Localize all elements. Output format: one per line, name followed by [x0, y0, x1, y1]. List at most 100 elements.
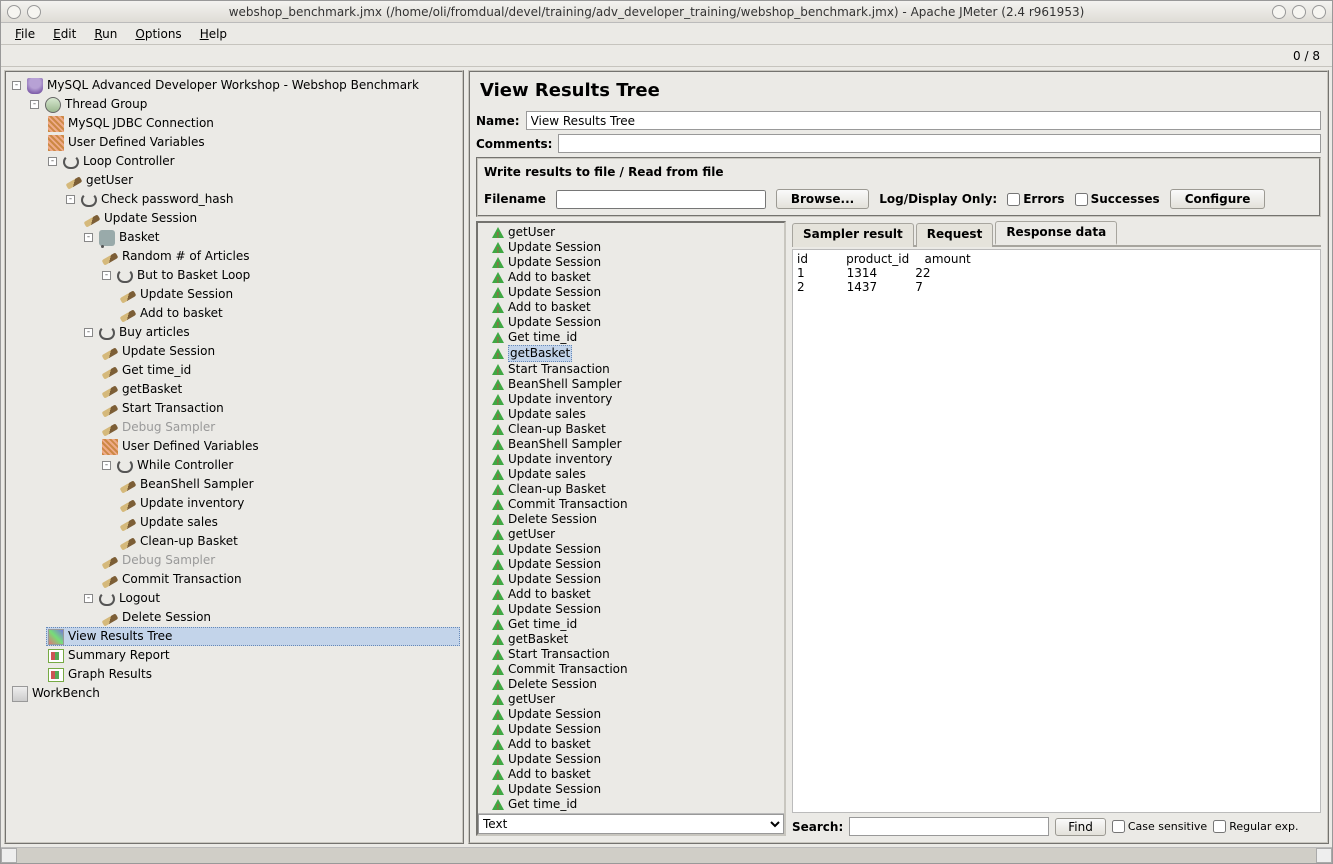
result-item[interactable]: Add to basket — [482, 587, 780, 602]
result-item[interactable]: Update Session — [482, 707, 780, 722]
menu-edit[interactable]: Edit — [45, 25, 84, 43]
tree-item[interactable]: Start Transaction — [100, 399, 460, 418]
result-item[interactable]: Update Session — [482, 240, 780, 255]
result-item[interactable]: Update Session — [482, 255, 780, 270]
tree-item[interactable]: Update sales — [118, 513, 460, 532]
scroll-track[interactable] — [17, 848, 1316, 863]
tree-item[interactable]: Debug Sampler — [100, 418, 460, 437]
result-item[interactable]: Commit Transaction — [482, 662, 780, 677]
result-item[interactable]: Update inventory — [482, 392, 780, 407]
menu-help[interactable]: Help — [192, 25, 235, 43]
result-item[interactable]: Update inventory — [482, 452, 780, 467]
minimize-icon[interactable] — [1272, 5, 1286, 19]
tree-item[interactable]: Graph Results — [46, 665, 460, 684]
tree-toggle-icon[interactable]: - — [102, 271, 111, 280]
tab-request[interactable]: Request — [916, 223, 994, 247]
tree-toggle-icon[interactable]: - — [102, 461, 111, 470]
window-sticky-icon[interactable] — [27, 5, 41, 19]
result-item[interactable]: BeanShell Sampler — [482, 437, 780, 452]
tree-item[interactable]: Summary Report — [46, 646, 460, 665]
tree-item[interactable]: -While Controller — [100, 456, 460, 475]
tree-item[interactable]: Update inventory — [118, 494, 460, 513]
result-item[interactable]: Update Session — [482, 752, 780, 767]
tree-item[interactable]: View Results Tree — [46, 627, 460, 646]
result-item[interactable]: getBasket — [482, 345, 780, 362]
tree-item[interactable]: Update Session — [118, 285, 460, 304]
result-item[interactable]: Delete Session — [482, 677, 780, 692]
result-item[interactable]: getUser — [482, 225, 780, 240]
result-item[interactable]: Start Transaction — [482, 362, 780, 377]
tree-item[interactable]: Get time_id — [100, 361, 460, 380]
name-input[interactable] — [526, 111, 1321, 130]
browse-button[interactable]: Browse... — [776, 189, 869, 209]
tree-item[interactable]: getUser — [64, 171, 460, 190]
result-item[interactable]: Get time_id — [482, 797, 780, 812]
scroll-right-icon[interactable] — [1316, 848, 1332, 863]
tab-response-data[interactable]: Response data — [995, 221, 1117, 245]
close-icon[interactable] — [1312, 5, 1326, 19]
result-item[interactable]: Update Session — [482, 602, 780, 617]
successes-checkbox[interactable]: Successes — [1075, 192, 1160, 206]
result-item[interactable]: Add to basket — [482, 270, 780, 285]
configure-button[interactable]: Configure — [1170, 189, 1266, 209]
result-item[interactable]: getUser — [482, 692, 780, 707]
comments-input[interactable] — [558, 134, 1321, 153]
tree-toggle-icon[interactable]: - — [84, 328, 93, 337]
result-item[interactable]: Update Session — [482, 315, 780, 330]
result-item[interactable]: Get time_id — [482, 617, 780, 632]
tree-item[interactable]: Update Session — [100, 342, 460, 361]
tree-item[interactable]: -Check password_hash — [64, 190, 460, 209]
tab-sampler-result[interactable]: Sampler result — [792, 223, 914, 247]
tree-item[interactable]: Debug Sampler — [100, 551, 460, 570]
tree-item[interactable]: -MySQL Advanced Developer Workshop - Web… — [10, 76, 460, 95]
results-list[interactable]: getUserUpdate SessionUpdate SessionAdd t… — [478, 223, 784, 813]
tree-toggle-icon[interactable]: - — [84, 594, 93, 603]
maximize-icon[interactable] — [1292, 5, 1306, 19]
tree-toggle-icon[interactable]: - — [48, 157, 57, 166]
tree-item[interactable]: Commit Transaction — [100, 570, 460, 589]
tree-item[interactable]: BeanShell Sampler — [118, 475, 460, 494]
case-sensitive-checkbox[interactable]: Case sensitive — [1112, 820, 1207, 833]
tree-item[interactable]: MySQL JDBC Connection — [46, 114, 460, 133]
result-item[interactable]: Get time_id — [482, 330, 780, 345]
response-data-view[interactable]: id product_id amount 1 1314 22 2 1437 7 — [792, 249, 1321, 813]
result-item[interactable]: getBasket — [482, 632, 780, 647]
result-item[interactable]: Add to basket — [482, 300, 780, 315]
tree-item[interactable]: Delete Session — [100, 608, 460, 627]
tree-item[interactable]: -Buy articles — [82, 323, 460, 342]
menu-options[interactable]: Options — [127, 25, 189, 43]
result-item[interactable]: Commit Transaction — [482, 497, 780, 512]
menu-run[interactable]: Run — [86, 25, 125, 43]
tree-toggle-icon[interactable]: - — [84, 233, 93, 242]
tree-item[interactable]: Clean-up Basket — [118, 532, 460, 551]
result-item[interactable]: Update sales — [482, 407, 780, 422]
scroll-left-icon[interactable] — [1, 848, 17, 863]
result-item[interactable]: BeanShell Sampler — [482, 377, 780, 392]
tree-item[interactable]: Update Session — [82, 209, 460, 228]
tree-toggle-icon[interactable]: - — [30, 100, 39, 109]
window-menu-icon[interactable] — [7, 5, 21, 19]
renderer-select[interactable]: Text — [478, 814, 784, 834]
tree-toggle-icon[interactable]: - — [12, 81, 21, 90]
menu-file[interactable]: File — [7, 25, 43, 43]
result-item[interactable]: Update Session — [482, 557, 780, 572]
tree-item[interactable]: getBasket — [100, 380, 460, 399]
result-item[interactable]: Delete Session — [482, 512, 780, 527]
horizontal-scrollbar[interactable] — [1, 847, 1332, 863]
tree-item[interactable]: -Loop Controller — [46, 152, 460, 171]
result-item[interactable]: Start Transaction — [482, 647, 780, 662]
regex-checkbox[interactable]: Regular exp. — [1213, 820, 1298, 833]
tree-item[interactable]: WorkBench — [10, 684, 460, 703]
result-item[interactable]: Add to basket — [482, 737, 780, 752]
result-item[interactable]: Update Session — [482, 542, 780, 557]
filename-input[interactable] — [556, 190, 766, 209]
result-item[interactable]: getUser — [482, 527, 780, 542]
result-item[interactable]: Update Session — [482, 782, 780, 797]
tree-item[interactable]: -Logout — [82, 589, 460, 608]
find-button[interactable]: Find — [1055, 818, 1106, 836]
tree-item[interactable]: -But to Basket Loop — [100, 266, 460, 285]
tree-item[interactable]: User Defined Variables — [46, 133, 460, 152]
result-item[interactable]: Add to basket — [482, 767, 780, 782]
test-plan-tree[interactable]: -MySQL Advanced Developer Workshop - Web… — [6, 72, 462, 842]
search-input[interactable] — [849, 817, 1049, 836]
